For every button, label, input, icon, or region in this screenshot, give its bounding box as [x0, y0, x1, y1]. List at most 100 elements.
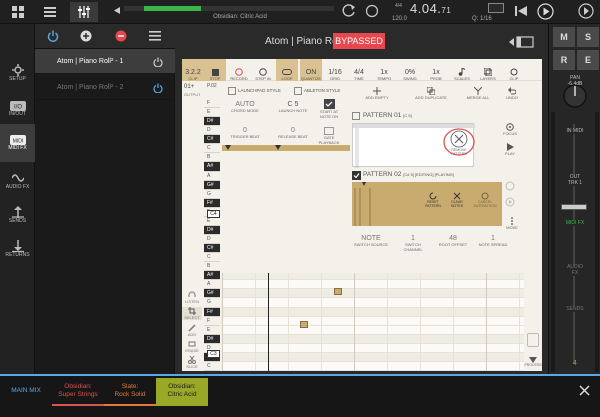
add-empty-button[interactable]: ADD EMPTY [350, 87, 404, 100]
piano-key[interactable]: D# [204, 225, 220, 235]
record-arm-button[interactable]: R [553, 50, 575, 70]
piano-key[interactable]: F [204, 99, 220, 109]
track-view-button[interactable] [36, 2, 64, 22]
quantize-readout[interactable]: Q: 1/16 [472, 16, 492, 22]
tab-citric-acid[interactable]: Obsidian: Citric Acid [156, 378, 208, 404]
sidebar-item-setup[interactable]: SETUP [0, 54, 35, 92]
reset-pattern-button[interactable]: RESET PATTERN [422, 192, 444, 208]
rewind-button[interactable] [514, 4, 528, 18]
sidebar-item-audio-fx[interactable]: AUDIO FX [0, 162, 35, 200]
tempo-readout[interactable]: 120.0 [392, 16, 407, 22]
erase-tool[interactable]: ERASE [182, 340, 202, 353]
add-fx-button[interactable] [80, 30, 92, 42]
piano-key[interactable]: G [204, 298, 220, 308]
piano-key[interactable]: C [204, 144, 220, 154]
piano-key[interactable]: C [204, 362, 220, 371]
sidebar-item-returns[interactable]: RETURNS [0, 230, 35, 268]
rewind-marker-icon[interactable] [114, 7, 120, 14]
edit-button[interactable]: E [577, 50, 599, 70]
piano-key[interactable]: B [204, 262, 220, 272]
collapse-button[interactable] [509, 36, 535, 48]
pattern-02-checkbox[interactable] [352, 171, 361, 180]
stop-button[interactable]: STOP [204, 59, 226, 81]
note-spread-control[interactable]: 1 NOTE SPREAD [476, 235, 510, 247]
loop-button[interactable] [342, 4, 356, 18]
root-offset-control[interactable]: 48 ROOT OFFSET [436, 235, 470, 247]
pattern-01-clip[interactable]: REMOVE PATTERN [352, 123, 475, 168]
layers-button[interactable]: LAYERS [476, 59, 500, 81]
piano-key[interactable]: A [204, 280, 220, 290]
piano-key[interactable]: D [204, 126, 220, 136]
piano-key[interactable]: D# [204, 117, 220, 127]
play-button[interactable] [537, 3, 554, 20]
midi-note[interactable] [334, 288, 342, 295]
scales-button[interactable]: SCALES [450, 59, 474, 81]
quantize-toggle[interactable]: ON QUANTIZE [300, 59, 322, 81]
move-button[interactable]: MOVE [500, 217, 524, 230]
select-tool[interactable]: SELECT [182, 307, 202, 320]
listen-tool[interactable]: LISTEN [182, 291, 202, 304]
piano-key[interactable]: G# [204, 180, 220, 190]
chord-mode-control[interactable]: AUTO CHORD MODE [230, 101, 260, 113]
slice-tool[interactable]: SLICE [182, 356, 202, 369]
loop-toggle[interactable]: LOOP [276, 59, 298, 81]
focus-icon[interactable] [505, 181, 515, 191]
process-button[interactable]: PROCESS [524, 357, 542, 367]
piano-key[interactable]: D# [204, 334, 220, 344]
start-note-on-toggle[interactable]: START AT NOTE ON [314, 99, 344, 119]
add-tool[interactable]: ADD [182, 324, 202, 337]
piano-key[interactable]: A [204, 172, 220, 181]
release-beat-control[interactable]: 0 RELEASE BEAT [278, 127, 308, 139]
prob-selector[interactable]: 1x PROB [424, 59, 448, 81]
fx-slot-2[interactable]: Atom | Piano Roll² - 2 [35, 75, 175, 100]
piano-key[interactable]: G# [204, 289, 220, 299]
piano-key[interactable]: F# [204, 307, 220, 317]
menu-button[interactable] [578, 3, 594, 19]
piano-key[interactable]: C [204, 253, 220, 263]
launch-note-control[interactable]: C 5 LAUNCH NOTE [278, 101, 308, 113]
power-icon[interactable] [153, 83, 163, 93]
clip-button[interactable]: CLIP [502, 59, 526, 81]
output-value[interactable]: 01+ [184, 84, 194, 90]
gate-playback-toggle[interactable]: GATE PLAYBACK [314, 127, 344, 145]
record-toggle[interactable]: RECORD [228, 59, 250, 81]
piano-key[interactable]: E [204, 217, 220, 226]
cancel-automation-button[interactable]: CANCEL AUTOMATION [470, 192, 500, 208]
piano-key[interactable]: E [204, 108, 220, 118]
tab-super-strings[interactable]: Obsidian: Super Strings [52, 378, 104, 404]
piano-key[interactable]: D [204, 235, 220, 245]
remove-fx-button[interactable] [115, 30, 127, 42]
focus-button[interactable]: FOCUS [498, 123, 522, 136]
mute-button[interactable]: M [553, 27, 575, 47]
add-duplicate-button[interactable]: ADD DUPLICATE [404, 87, 458, 100]
play-pattern-button[interactable]: PLAY [498, 143, 522, 156]
merge-all-button[interactable]: MERGE ALL [458, 87, 498, 100]
swing-selector[interactable]: 0% SWING [398, 59, 422, 81]
piano-key[interactable]: A# [204, 162, 220, 172]
clip-position[interactable]: 3.2.2 CLIP [182, 59, 204, 81]
piano-key[interactable]: F [204, 317, 220, 326]
volume-fader[interactable] [561, 204, 587, 211]
pattern-01-checkbox[interactable] [352, 112, 360, 120]
piano-key[interactable]: C# [204, 135, 220, 145]
tempo-selector[interactable]: 1x TEMPO [372, 59, 396, 81]
sidebar-item-sends[interactable]: SENDS [0, 196, 35, 234]
clear-notes-button[interactable]: CLEAR NOTES [446, 192, 468, 208]
play-icon[interactable] [505, 197, 515, 207]
switch-source-control[interactable]: NOTE SWITCH SOURCE [354, 235, 388, 247]
power-all-button[interactable] [47, 30, 59, 42]
process-side-button[interactable] [527, 333, 539, 347]
switch-channel-control[interactable]: 1 SWITCH CHANNEL [396, 235, 430, 252]
fx-slot-1[interactable]: Atom | Piano Roll² - 1 [35, 49, 175, 74]
grid-selector[interactable]: 1/16 GRID [324, 59, 346, 81]
main-mix-tab[interactable]: MAIN MIX [0, 378, 52, 404]
close-button[interactable] [579, 385, 590, 396]
sidebar-item-in-out[interactable]: I/O IN/OUT [0, 90, 35, 128]
record-button[interactable] [365, 4, 379, 18]
fx-menu-button[interactable] [149, 31, 161, 41]
piano-key[interactable]: E [204, 326, 220, 335]
piano-key[interactable]: G [204, 190, 220, 199]
midi-note[interactable] [300, 321, 308, 328]
undo-button[interactable]: UNDO [502, 87, 522, 100]
power-icon[interactable] [153, 57, 163, 67]
